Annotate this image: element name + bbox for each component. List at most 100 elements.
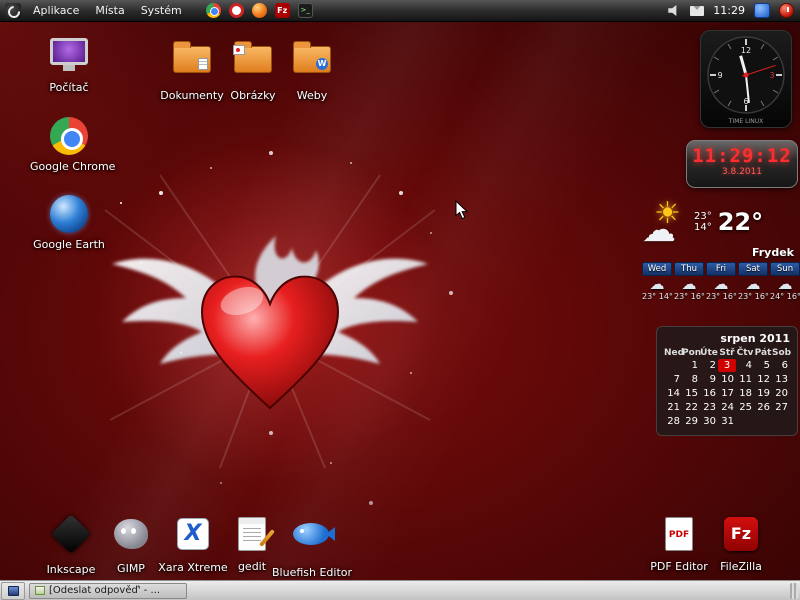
panel-launchers: Fz >_ [206,3,313,18]
calendar-day: 4 [736,359,754,372]
pdf-icon: PDF [665,517,693,551]
calendar-day: 5 [754,359,772,372]
desktop-screen: Aplikace Místa Systém Fz >_ 11:29 [0,0,800,600]
terminal-launcher-icon[interactable]: >_ [298,3,313,18]
calendar-title: srpen 2011 [664,332,790,345]
weather-low: 14° [694,222,712,233]
calendar-day: 19 [754,387,772,400]
desktop-icon-earth[interactable]: Google Earth [30,194,108,251]
cloud-icon: ☁ [738,276,768,292]
digital-time: 11:29:12 [687,145,797,167]
calendar-day: 26 [754,401,772,414]
digital-date: 3.8.2011 [687,167,797,177]
top-panel: Aplikace Místa Systém Fz >_ 11:29 [0,0,800,22]
calendar-day: 23 [700,401,718,414]
calendar-day: 21 [664,401,682,414]
calendar-day: 1 [682,359,700,372]
calendar-day: 17 [718,387,736,400]
forecast-day: Sat ☁ 23° 16° [738,262,768,301]
forecast-day: Wed ☁ 23° 14° [642,262,672,301]
calendar-day: 27 [772,401,790,414]
clock-brand-label: TIME LINUX [728,118,763,125]
calendar-day: 29 [682,415,700,428]
globe-icon [50,195,88,233]
cloud-icon: ☁ [674,276,704,292]
cloud-icon: ☁ [642,210,676,250]
menu-places[interactable]: Místa [87,1,132,20]
forecast-day: Thu ☁ 23° 16° [674,262,704,301]
icon-label: Počítač [30,81,108,94]
calendar-day: 7 [664,373,682,386]
task-label: [Odeslat odpověď' - ... [49,585,160,596]
filezilla-icon: Fz [724,517,758,551]
calendar-day-header: Stř [718,348,736,358]
weather-widget[interactable]: ☀ ☁ 23° 14° 22° Frydek Wed ☁ 23° 14° Thu [642,200,798,301]
calendar-day [664,359,682,372]
weather-condition-icon: ☀ ☁ [642,200,694,244]
desktop[interactable]: Počítač Dokumenty Obrázky W Weby Google … [0,22,800,580]
calendar-grid: Ned Pon Úte Stř Čtv Pát Sob 1 2 3 4 5 6 … [664,348,790,428]
calendar-day-header: Úte [700,348,718,358]
desktop-icon-bluefish[interactable]: Bluefish Editor [272,514,350,579]
folder-icon [173,46,211,73]
calendar-day: 9 [700,373,718,386]
icon-label: Bluefish Editor [272,566,350,579]
calendar-widget[interactable]: srpen 2011 Ned Pon Úte Stř Čtv Pát Sob 1… [656,326,798,436]
wallpaper-sparkles [120,202,122,204]
icon-label: Weby [273,89,351,102]
calendar-day: 10 [718,373,736,386]
mail-icon[interactable] [690,6,704,16]
firefox-launcher-icon[interactable] [252,3,267,18]
calendar-day: 31 [718,415,736,428]
taskbar-handle[interactable] [790,583,798,599]
filezilla-launcher-icon[interactable]: Fz [275,3,290,18]
cloud-icon: ☁ [770,276,800,292]
task-button[interactable]: [Odeslat odpověď' - ... [29,583,187,599]
show-desktop-button[interactable] [1,582,25,600]
calendar-day: 12 [754,373,772,386]
opera-launcher-icon[interactable] [229,3,244,18]
menu-system[interactable]: Systém [133,1,190,20]
inkscape-icon [51,514,91,554]
calendar-day-header: Sob [772,348,790,358]
calendar-day: 25 [736,401,754,414]
calendar-day [736,415,754,428]
calendar-day: 24 [718,401,736,414]
icon-label: Google Chrome [30,160,108,173]
desktop-icon-web[interactable]: W Weby [273,38,351,102]
calendar-day: 20 [772,387,790,400]
document-emblem-icon [198,58,208,70]
menu-applications[interactable]: Aplikace [25,1,87,20]
desktop-icon-chrome[interactable]: Google Chrome [30,116,108,173]
desktop-icon-filezilla[interactable]: Fz FileZilla [702,514,780,573]
task-window-icon [35,586,45,595]
panel-clock[interactable]: 11:29 [713,4,745,17]
calendar-day-header: Ned [664,348,682,358]
calendar-day-today: 3 [718,359,736,372]
chrome-icon [50,117,88,155]
calendar-day: 13 [772,373,790,386]
calendar-day: 22 [682,401,700,414]
calendar-day: 28 [664,415,682,428]
folder-icon: W [293,46,331,73]
calendar-day [754,415,772,428]
wallpaper-heart [100,170,440,470]
svg-text:9: 9 [717,71,722,80]
digital-clock-widget[interactable]: 11:29:12 3.8.2011 [686,140,798,188]
calendar-day: 15 [682,387,700,400]
chrome-launcher-icon[interactable] [206,3,221,18]
calendar-day: 18 [736,387,754,400]
cloud-icon: ☁ [706,276,736,292]
computer-icon [50,38,88,65]
forecast-day: Fri ☁ 23° 16° [706,262,736,301]
tray-app-icon[interactable] [754,3,770,18]
power-button[interactable] [779,3,794,18]
cloud-icon: ☁ [642,276,672,292]
volume-icon[interactable] [668,5,681,16]
analog-clock-widget[interactable]: 12 3 6 9 TIME LINUX [700,30,792,128]
icon-label: FileZilla [702,560,780,573]
desktop-icon-computer[interactable]: Počítač [30,34,108,94]
mouse-cursor [455,200,469,220]
taskbar: [Odeslat odpověď' - ... [0,580,800,600]
distro-menu-icon[interactable] [5,3,21,19]
